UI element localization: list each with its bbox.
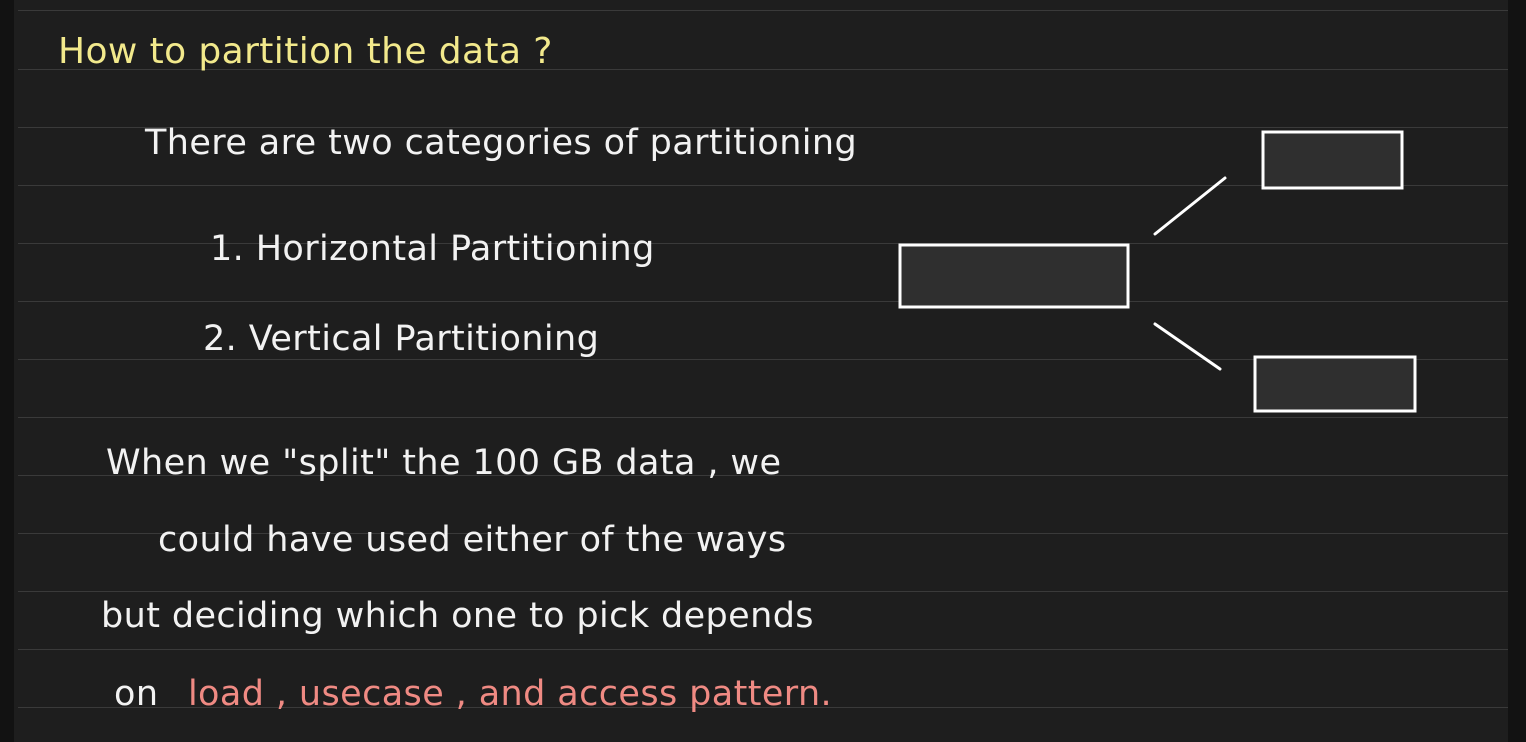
rule-line <box>18 417 1508 418</box>
paragraph-line-4: on load , usecase , and access pattern. <box>114 677 832 712</box>
list-item-horizontal-partitioning: 1. Horizontal Partitioning <box>210 229 655 269</box>
notebook-page: How to partition the data ? There are tw… <box>0 0 1526 742</box>
paragraph-line-3: but deciding which one to pick depends <box>101 596 814 636</box>
line-4-prefix: on <box>114 674 159 714</box>
intro-text: There are two categories of partitioning <box>145 123 858 163</box>
rule-line <box>18 591 1508 592</box>
list-item-vertical-partitioning: 2. Vertical Partitioning <box>203 319 600 359</box>
paragraph-line-2: could have used either of the ways <box>158 520 787 560</box>
rule-line <box>18 185 1508 186</box>
rule-line <box>18 359 1508 360</box>
page-title: How to partition the data ? <box>58 31 553 72</box>
rule-line <box>18 10 1508 11</box>
rule-line <box>18 649 1508 650</box>
rule-line <box>18 301 1508 302</box>
paragraph-line-1: When we "split" the 100 GB data , we <box>106 443 782 483</box>
highlighted-factors: load , usecase , and access pattern. <box>187 674 833 714</box>
